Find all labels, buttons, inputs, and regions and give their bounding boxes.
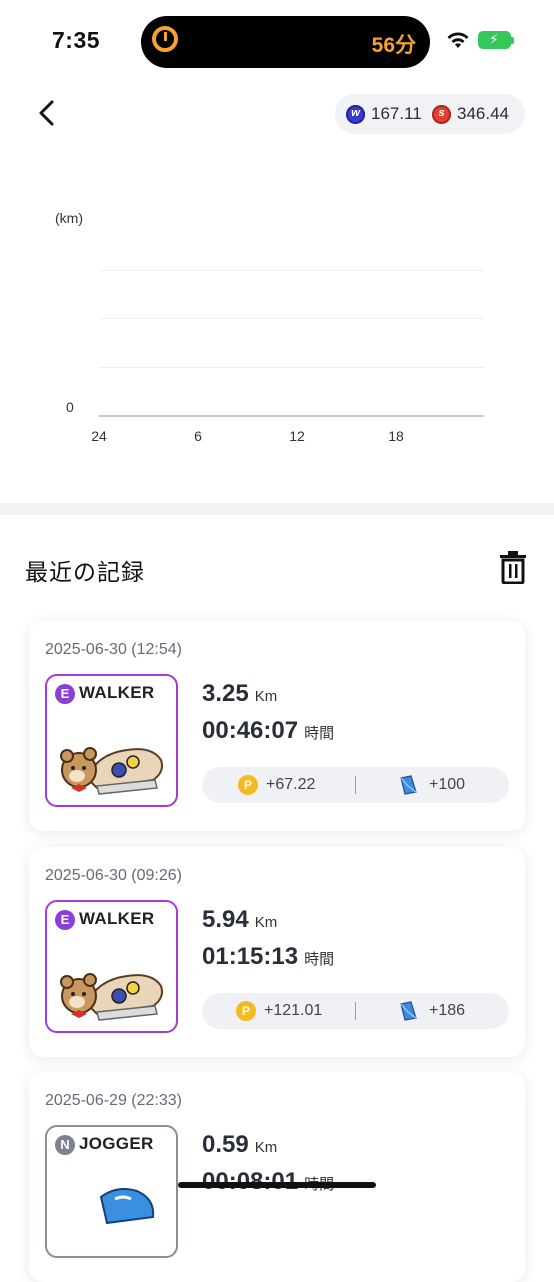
balance-pill: 167.11 346.44	[335, 94, 525, 134]
distance-unit: Km	[254, 914, 278, 931]
section-title: 最近の記録	[25, 559, 145, 585]
status-bar: 7:35 56分 ⚡	[0, 0, 554, 84]
sneaker-thumbnail[interactable]: E WALKER	[45, 674, 178, 807]
wifi-icon	[447, 32, 469, 48]
rarity-badge: E	[55, 910, 75, 930]
s-balance: 346.44	[432, 104, 509, 124]
point-coin-icon: P	[238, 775, 258, 795]
rarity-badge: N	[55, 1135, 75, 1155]
crystal-icon	[400, 775, 417, 795]
record-date: 2025-06-30 (12:54)	[45, 641, 182, 658]
distance-value: 0.59 Km	[202, 1131, 278, 1158]
distance-chart: (km) 0 24 6 12 18	[0, 190, 554, 460]
y-tick-label: 0	[66, 399, 74, 415]
home-indicator[interactable]	[178, 1182, 376, 1188]
bear-sneaker-icon	[60, 973, 163, 1021]
y-axis-label: (km)	[55, 210, 83, 226]
distance-value: 5.94 Km	[202, 906, 278, 933]
battery-icon: ⚡	[478, 31, 514, 49]
w-coin-icon	[346, 104, 365, 124]
reward-separator	[355, 1002, 356, 1020]
distance-value: 3.25 Km	[202, 680, 278, 707]
record-date: 2025-06-30 (09:26)	[45, 867, 182, 884]
duration-unit: 時間	[304, 951, 335, 968]
points-value: +67.22	[266, 776, 316, 793]
grid-line	[99, 318, 484, 319]
section-divider	[0, 503, 554, 515]
x-tick-label: 6	[194, 428, 202, 444]
s-balance-value: 346.44	[457, 104, 509, 123]
distance-unit: Km	[254, 688, 278, 705]
duration-unit: 時間	[304, 725, 335, 742]
status-time: 7:35	[52, 27, 101, 53]
bear-sneaker-icon	[60, 747, 163, 795]
grid-line	[99, 270, 484, 271]
x-axis-line	[99, 415, 484, 417]
record-card[interactable]: 2025-06-30 (12:54) E WALKER 3.25 Km 00:46…	[29, 621, 525, 831]
rewards-bar: P +67.22 +100	[202, 767, 509, 803]
sneaker-thumbnail[interactable]: E WALKER	[45, 900, 178, 1033]
gems-value: +186	[429, 1002, 466, 1019]
point-coin-icon: P	[236, 1001, 256, 1021]
gem-reward: +100	[399, 775, 465, 795]
x-tick-label: 18	[388, 428, 404, 444]
x-tick-label: 12	[289, 428, 305, 444]
points-reward: P +121.01	[236, 1001, 322, 1021]
record-card[interactable]: 2025-06-30 (09:26) E WALKER 5.94 Km 01:15…	[29, 847, 525, 1057]
back-arrow-icon[interactable]	[32, 96, 66, 130]
distance-unit: Km	[254, 1139, 278, 1156]
sneaker-icon	[99, 1188, 155, 1225]
points-reward: P +67.22	[238, 775, 315, 795]
s-coin-icon	[432, 104, 451, 124]
gems-value: +100	[429, 776, 466, 793]
rarity-badge: E	[55, 684, 75, 704]
rewards-bar: P +121.01 +186	[202, 993, 509, 1029]
reward-separator	[355, 776, 356, 794]
w-balance: 167.11	[346, 104, 422, 124]
x-tick-label: 24	[91, 428, 107, 444]
sneaker-thumbnail[interactable]: N JOGGER	[45, 1125, 178, 1258]
duration-value: 01:15:13 時間	[202, 943, 335, 970]
record-date: 2025-06-29 (22:33)	[45, 1092, 182, 1109]
timer-text: 56分	[371, 34, 416, 57]
crystal-icon	[400, 1001, 417, 1021]
w-balance-value: 167.11	[371, 104, 422, 123]
duration-value: 00:46:07 時間	[202, 717, 335, 744]
shoe-type-label: JOGGER	[79, 1134, 154, 1153]
shoe-type-label: WALKER	[79, 909, 155, 928]
trash-icon[interactable]	[498, 550, 528, 584]
points-value: +121.01	[264, 1002, 323, 1019]
shoe-type-label: WALKER	[79, 683, 155, 702]
grid-line	[99, 367, 484, 368]
gem-reward: +186	[399, 1001, 465, 1021]
timer-icon	[152, 26, 178, 52]
record-card[interactable]: 2025-06-29 (22:33) N JOGGER 0.59Km 00:08…	[29, 1072, 525, 1282]
